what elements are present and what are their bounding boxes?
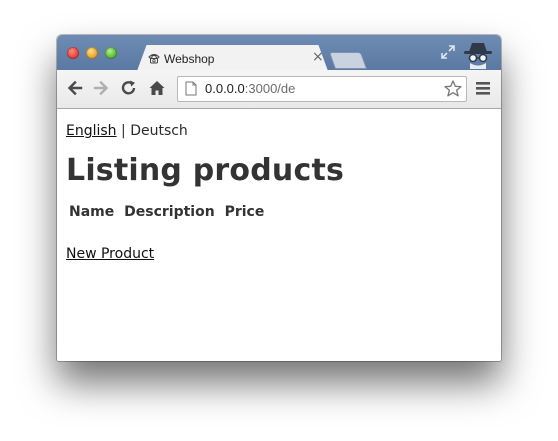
telephone-favicon-icon bbox=[148, 54, 160, 64]
url-text[interactable]: 0.0.0.0:3000/de bbox=[205, 81, 295, 96]
forward-arrow-icon[interactable] bbox=[91, 78, 111, 98]
page-content: English | Deutsch Listing products Name … bbox=[57, 109, 501, 361]
page-title: Listing products bbox=[66, 153, 345, 188]
incognito-icon bbox=[464, 43, 492, 69]
browser-window: Webshop × 0.0.0.0:3000/de English | Deut… bbox=[57, 35, 501, 361]
close-window-button[interactable] bbox=[67, 47, 79, 59]
minimize-window-button[interactable] bbox=[86, 47, 98, 59]
address-bar[interactable]: 0.0.0.0:3000/de bbox=[177, 76, 467, 102]
new-tab-button[interactable] bbox=[328, 52, 368, 69]
back-arrow-icon[interactable] bbox=[65, 78, 85, 98]
star-icon[interactable] bbox=[443, 79, 463, 99]
url-host: 0.0.0.0 bbox=[205, 81, 245, 96]
tab-title: Webshop bbox=[164, 52, 215, 66]
new-product-link[interactable]: New Product bbox=[66, 246, 154, 262]
tab-webshop-content: Webshop × bbox=[145, 45, 325, 71]
page-icon bbox=[185, 81, 197, 96]
tab-close-icon[interactable]: × bbox=[312, 50, 324, 64]
fullscreen-icon[interactable] bbox=[440, 44, 456, 60]
browser-toolbar: 0.0.0.0:3000/de bbox=[57, 70, 501, 109]
deutsch-current-language: Deutsch bbox=[130, 123, 188, 139]
english-link[interactable]: English bbox=[66, 123, 117, 139]
column-header-name: Name bbox=[69, 204, 115, 220]
title-bar: Webshop × bbox=[57, 35, 501, 71]
column-header-description: Description bbox=[124, 204, 215, 220]
url-path: :3000/de bbox=[244, 81, 296, 96]
zoom-window-button[interactable] bbox=[105, 47, 117, 59]
home-icon[interactable] bbox=[147, 78, 167, 98]
products-table-header: Name Description Price bbox=[69, 204, 269, 220]
column-header-price: Price bbox=[224, 204, 265, 220]
language-switcher: English | Deutsch bbox=[66, 123, 188, 139]
menu-icon[interactable] bbox=[474, 80, 492, 96]
reload-icon[interactable] bbox=[119, 78, 139, 98]
language-separator: | bbox=[121, 123, 126, 139]
